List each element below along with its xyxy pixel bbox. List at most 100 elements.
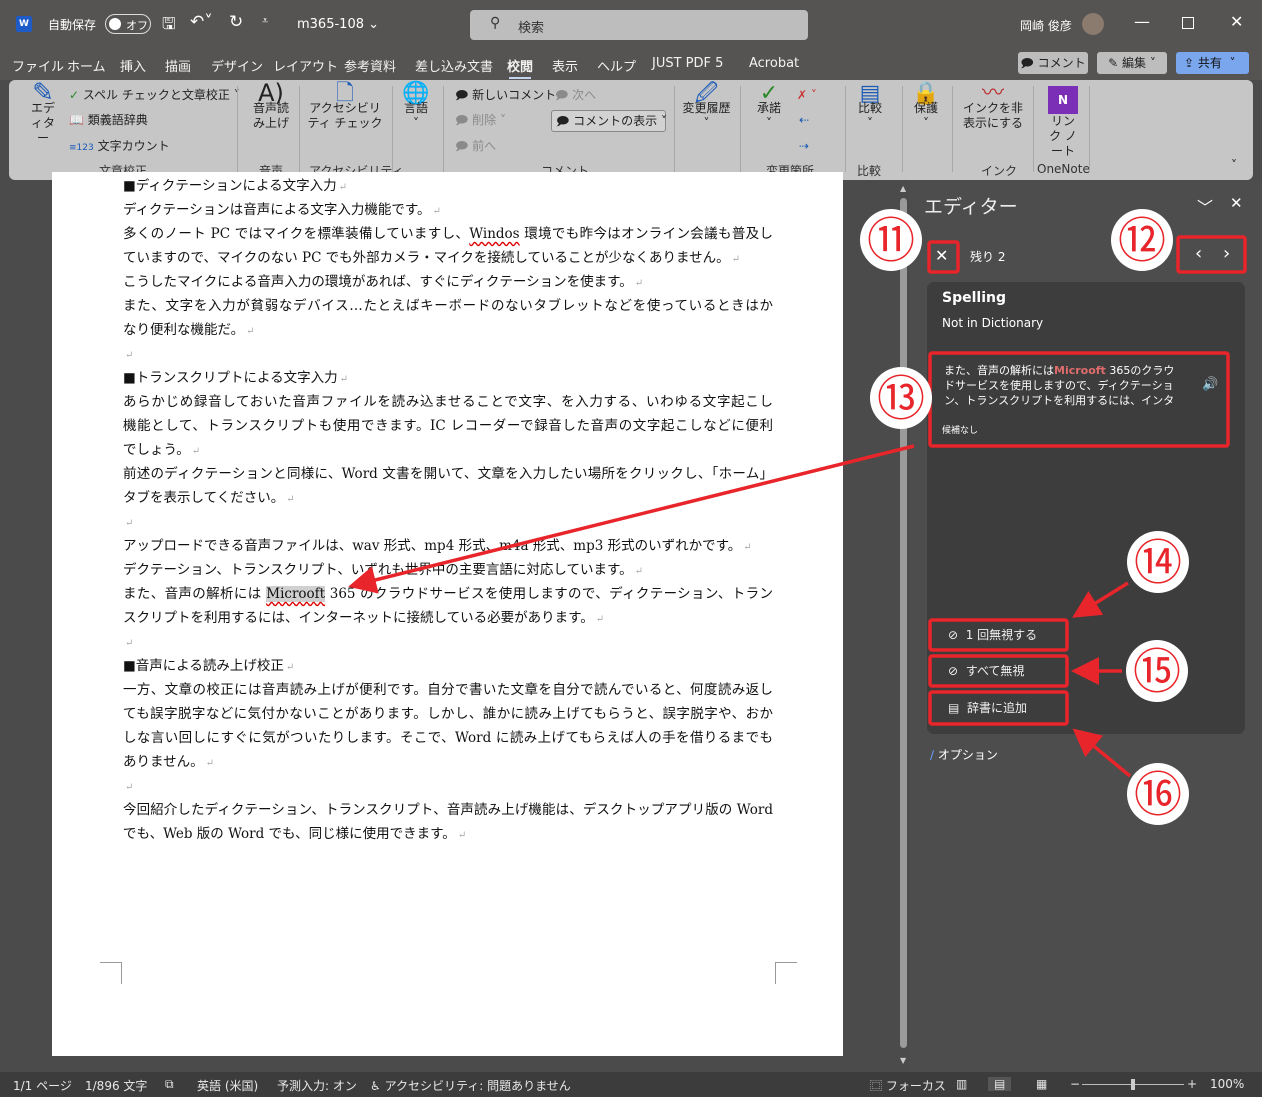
new-comment-icon: 🗩 xyxy=(455,88,469,102)
ignore-all-button[interactable]: ⊘ すべて無視 xyxy=(932,657,1066,685)
previous-comment-button[interactable]: 🗩 前へ xyxy=(455,139,496,154)
customize-icon[interactable]: ⩡ xyxy=(262,14,268,28)
divider xyxy=(392,86,393,172)
accessibility-status-label: アクセシビリティ: 問題ありません xyxy=(384,1079,571,1093)
proofing-icon[interactable]: ⧉ xyxy=(165,1077,174,1092)
editor-button[interactable]: ✎ エディター xyxy=(23,80,63,146)
zoom-slider[interactable] xyxy=(1082,1079,1184,1090)
tab-mailings[interactable]: 差し込み文書 xyxy=(415,56,493,75)
search-placeholder: 検索 xyxy=(518,21,545,36)
scroll-down-icon[interactable]: ▼ xyxy=(900,1056,906,1065)
pane-options-chevron-icon[interactable]: ﹀ xyxy=(1197,194,1213,218)
tab-acrobat[interactable]: Acrobat xyxy=(749,56,799,71)
tab-layout[interactable]: レイアウト xyxy=(273,56,338,75)
options-link[interactable]: ∕ オプション xyxy=(930,746,998,763)
scroll-up-icon[interactable]: ▲ xyxy=(900,184,906,193)
delete-comment-button[interactable]: 🗩 削除 ˅ xyxy=(455,113,506,128)
text-span: また、音声の解析には xyxy=(123,586,267,602)
next-comment-button[interactable]: 🗩 次へ xyxy=(555,88,596,103)
remaining-count: 残り 2 xyxy=(970,250,1006,264)
share-button[interactable]: ⇪ 共有 ˅ xyxy=(1176,52,1249,74)
zoom-level[interactable]: 100% xyxy=(1210,1077,1244,1091)
search-box[interactable]: ⚲ 検索 xyxy=(470,10,808,40)
undo-icon[interactable]: ↶˅ xyxy=(190,12,213,32)
tab-just-pdf[interactable]: JUST PDF 5 xyxy=(652,56,723,71)
tab-home[interactable]: ホーム xyxy=(67,56,106,75)
thesaurus-button[interactable]: 📖 類義語辞典 xyxy=(69,113,148,128)
tab-review[interactable]: 校閲 xyxy=(507,56,533,79)
edit-button[interactable]: ✎ 編集 ˅ xyxy=(1097,52,1167,74)
autosave-toggle[interactable]: オフ xyxy=(105,14,151,34)
pane-close-icon[interactable]: ✕ xyxy=(1230,194,1243,212)
word-count-button[interactable]: ≡123 文字カウント xyxy=(69,139,170,156)
focus-label: フォーカス xyxy=(885,1079,946,1093)
zoom-slider-thumb[interactable] xyxy=(1131,1079,1135,1090)
next-issue-chevron-icon[interactable]: › xyxy=(1223,243,1230,264)
collapse-ribbon-icon[interactable]: ˅ xyxy=(1231,158,1237,172)
linked-notes-button[interactable]: N リンク ノート xyxy=(1039,86,1087,159)
redo-icon[interactable]: ↻ xyxy=(229,12,243,32)
user-name: 岡崎 俊彦 xyxy=(1020,19,1072,33)
speaker-icon[interactable]: 🔊 xyxy=(1202,377,1218,392)
reject-button[interactable]: ✗ ˅ xyxy=(797,88,817,103)
accessibility-check-button[interactable]: 🗋 アクセシビリティ チェック xyxy=(305,83,385,131)
protect-button[interactable]: 🔒 保護 ˅ xyxy=(907,81,945,131)
accessibility-status[interactable]: ♿ アクセシビリティ: 問題ありません xyxy=(370,1077,571,1094)
tab-view[interactable]: 表示 xyxy=(552,56,578,75)
avatar[interactable] xyxy=(1082,13,1104,35)
compare-icon: ▤ xyxy=(859,81,881,106)
print-layout-icon[interactable]: ▤ xyxy=(988,1077,1012,1091)
misspelled-word-selected[interactable]: Microoft xyxy=(266,586,326,602)
page-count[interactable]: 1/1 ページ xyxy=(13,1077,72,1094)
web-layout-icon[interactable]: ▦ xyxy=(1036,1077,1047,1091)
previous-comment-icon: 🗩 xyxy=(455,139,469,153)
previous-change-icon[interactable]: ⇠ xyxy=(799,113,809,128)
minimize-icon[interactable]: — xyxy=(1134,12,1150,31)
track-changes-button[interactable]: 🖉 変更履歴 ˅ xyxy=(679,83,734,131)
spelling-button[interactable]: ✓ スペル チェックと文章校正 ˅ xyxy=(69,88,240,103)
vertical-scrollbar[interactable]: ▲ ▼ xyxy=(897,182,910,1072)
ribbon: ✎ エディター ✓ スペル チェックと文章校正 ˅ 📖 類義語辞典 ≡123 文字… xyxy=(9,80,1253,180)
issue-context[interactable]: また、音声の解析にはMicrooft 365のクラウドサービスを使用しますので、… xyxy=(932,355,1226,445)
tab-file[interactable]: ファイル xyxy=(12,56,64,75)
focus-button[interactable]: ⿴ フォーカス xyxy=(870,1077,946,1094)
tab-insert[interactable]: 挿入 xyxy=(120,56,146,75)
lock-icon: 🔒 xyxy=(912,81,940,106)
tab-help[interactable]: ヘルプ xyxy=(597,56,636,75)
accept-label: 承諾 xyxy=(756,101,781,115)
language-button[interactable]: 🌐 言語 ˅ xyxy=(397,83,435,131)
compare-button[interactable]: ▤ 比較 ˅ xyxy=(851,81,889,131)
language-status[interactable]: 英語 (米国) xyxy=(197,1077,258,1094)
zoom-out-button[interactable]: − xyxy=(1070,1077,1080,1091)
dismiss-issue-close-icon[interactable]: ✕ xyxy=(935,246,948,265)
hide-ink-button[interactable]: 〰インクを非表示にする xyxy=(959,83,1027,131)
read-mode-icon[interactable]: ▥ xyxy=(956,1077,967,1091)
previous-label: 前へ xyxy=(472,139,497,153)
next-change-icon[interactable]: ⇢ xyxy=(799,139,809,154)
filename[interactable]: m365-108 ⌄ xyxy=(297,17,379,32)
tab-design[interactable]: デザイン xyxy=(211,56,263,75)
show-comments-dropdown[interactable]: 🗩 コメントの表示 ˅ xyxy=(551,110,667,132)
close-icon[interactable]: ✕ xyxy=(1230,12,1243,31)
predictive-status[interactable]: 予測入力: オン xyxy=(277,1077,357,1094)
read-aloud-button[interactable]: A) 音声読み上げ xyxy=(249,81,293,131)
previous-issue-chevron-icon[interactable]: ‹ xyxy=(1195,243,1202,264)
divider xyxy=(1089,86,1090,172)
page-corner-mark xyxy=(100,962,122,984)
comment-button[interactable]: 🗩 コメント xyxy=(1018,52,1088,74)
text-line: また、文字を入力が貧弱なデバイス…たとえばキーボードのないタブレットなどを使って… xyxy=(123,298,773,314)
maximize-icon[interactable] xyxy=(1182,17,1194,29)
misspelled-word[interactable]: Windos xyxy=(469,226,519,242)
save-icon[interactable]: 🖫 xyxy=(162,13,176,40)
add-to-dictionary-button[interactable]: ▤ 辞書に追加 xyxy=(932,694,1066,722)
ignore-once-button[interactable]: ⊘ 1 回無視する xyxy=(932,621,1066,649)
read-aloud-label: 音声読み上げ xyxy=(252,101,289,130)
tab-draw[interactable]: 描画 xyxy=(165,56,191,75)
tab-references[interactable]: 参考資料 xyxy=(344,56,396,75)
new-comment-button[interactable]: 🗩 新しいコメント xyxy=(455,88,556,103)
scrollbar-thumb[interactable] xyxy=(900,198,907,1048)
accept-button[interactable]: ✓ 承諾 ˅ xyxy=(749,83,789,131)
word-count[interactable]: 1/896 文字 xyxy=(85,1077,147,1094)
divider xyxy=(237,86,238,172)
zoom-in-button[interactable]: + xyxy=(1187,1077,1197,1091)
